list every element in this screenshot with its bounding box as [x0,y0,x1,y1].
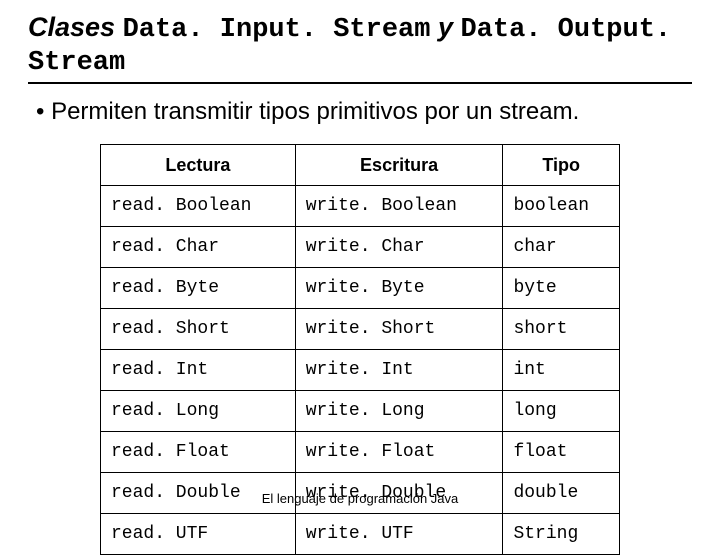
cell-type: int [503,350,620,391]
cell-write: write. Long [295,391,503,432]
cell-read: read. Short [101,309,296,350]
cell-read: read. Int [101,350,296,391]
bullet-text: Permiten transmitir tipos primitivos por… [28,98,692,126]
cell-read: read. Long [101,391,296,432]
table-row: read. Char write. Char char [101,227,620,268]
table-row: read. Boolean write. Boolean boolean [101,186,620,227]
table-row: read. Float write. Float float [101,432,620,473]
table-row: read. Long write. Long long [101,391,620,432]
table-wrap: Lectura Escritura Tipo read. Boolean wri… [28,144,692,555]
col-header-type: Tipo [503,145,620,186]
cell-type: String [503,514,620,555]
cell-write: write. Float [295,432,503,473]
cell-read: read. Float [101,432,296,473]
cell-read: read. Byte [101,268,296,309]
cell-write: write. Double [295,473,503,514]
cell-type: short [503,309,620,350]
table-row: read. UTF write. UTF String [101,514,620,555]
title-underline [28,82,692,84]
cell-write: write. Short [295,309,503,350]
title-word-y: y [430,12,460,42]
table-row: read. Byte write. Byte byte [101,268,620,309]
cell-write: write. Int [295,350,503,391]
cell-type: double [503,473,620,514]
cell-write: write. Char [295,227,503,268]
table-row: read. Int write. Int int [101,350,620,391]
col-header-read: Lectura [101,145,296,186]
cell-write: write. UTF [295,514,503,555]
cell-read: read. Char [101,227,296,268]
cell-read: read. UTF [101,514,296,555]
cell-type: long [503,391,620,432]
title-word-classes: Clases [28,12,123,42]
table-row: read. Double write. Double double [101,473,620,514]
table-row: read. Short write. Short short [101,309,620,350]
io-methods-table: Lectura Escritura Tipo read. Boolean wri… [100,144,620,555]
slide: Clases Data. Input. Stream y Data. Outpu… [0,0,720,555]
cell-type: char [503,227,620,268]
cell-write: write. Byte [295,268,503,309]
col-header-write: Escritura [295,145,503,186]
slide-title: Clases Data. Input. Stream y Data. Outpu… [28,12,692,78]
cell-read: read. Double [101,473,296,514]
cell-type: boolean [503,186,620,227]
cell-type: byte [503,268,620,309]
table-header-row: Lectura Escritura Tipo [101,145,620,186]
title-class1: Data. Input. Stream [123,15,431,45]
cell-read: read. Boolean [101,186,296,227]
cell-type: float [503,432,620,473]
cell-write: write. Boolean [295,186,503,227]
